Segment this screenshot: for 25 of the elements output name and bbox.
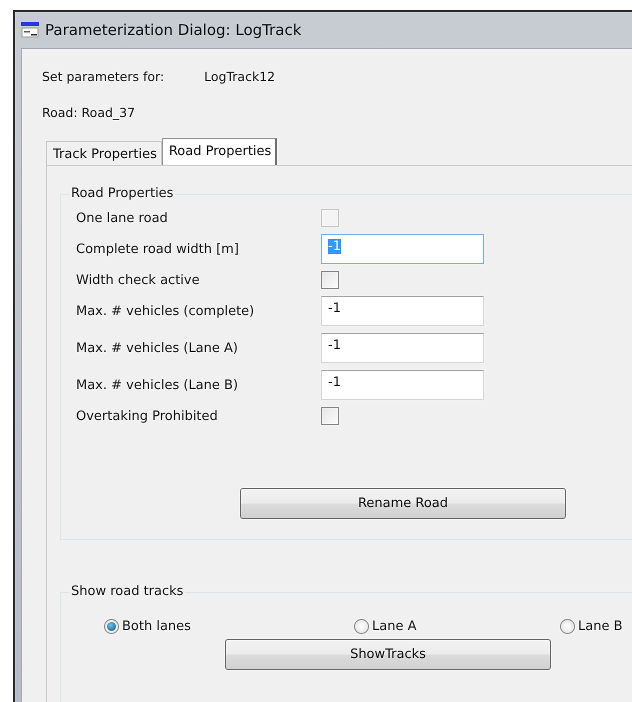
window-icon bbox=[21, 22, 39, 38]
checkbox[interactable] bbox=[321, 271, 339, 289]
group-title: Road Properties bbox=[69, 186, 176, 201]
tab[interactable]: Road Properties bbox=[162, 138, 278, 165]
input-field[interactable]: -1 bbox=[321, 333, 484, 363]
set-parameters-label: Set parameters for: bbox=[42, 68, 164, 84]
radio-option[interactable]: Lane A bbox=[354, 618, 560, 634]
field-label: Complete road width [m] bbox=[76, 242, 240, 256]
radio-option[interactable]: Lane B bbox=[560, 618, 632, 634]
radio-option[interactable]: Both lanes bbox=[104, 618, 354, 634]
window-title: Parameterization Dialog: LogTrack bbox=[45, 21, 302, 39]
field-label: One lane road bbox=[76, 210, 169, 226]
show-tracks-button[interactable]: ShowTracks bbox=[225, 639, 551, 670]
field-label: Max. # vehicles (Lane A) bbox=[76, 340, 239, 356]
field-label: Overtaking Prohibited bbox=[76, 408, 219, 424]
set-parameters-value: LogTrack12 bbox=[204, 68, 276, 84]
field-label: Max. # vehicles (Lane B) bbox=[76, 378, 240, 392]
input-field[interactable]: -1 bbox=[321, 370, 484, 400]
road-label: Road: Road_37 bbox=[42, 104, 136, 120]
input-field[interactable]: -1 bbox=[321, 296, 484, 326]
checkbox[interactable] bbox=[321, 407, 339, 425]
field-label: Width check active bbox=[76, 272, 201, 288]
field-label: Max. # vehicles (complete) bbox=[76, 304, 256, 318]
rename-road-button[interactable]: Rename Road bbox=[240, 488, 566, 519]
tab[interactable]: Track Properties bbox=[46, 141, 162, 165]
